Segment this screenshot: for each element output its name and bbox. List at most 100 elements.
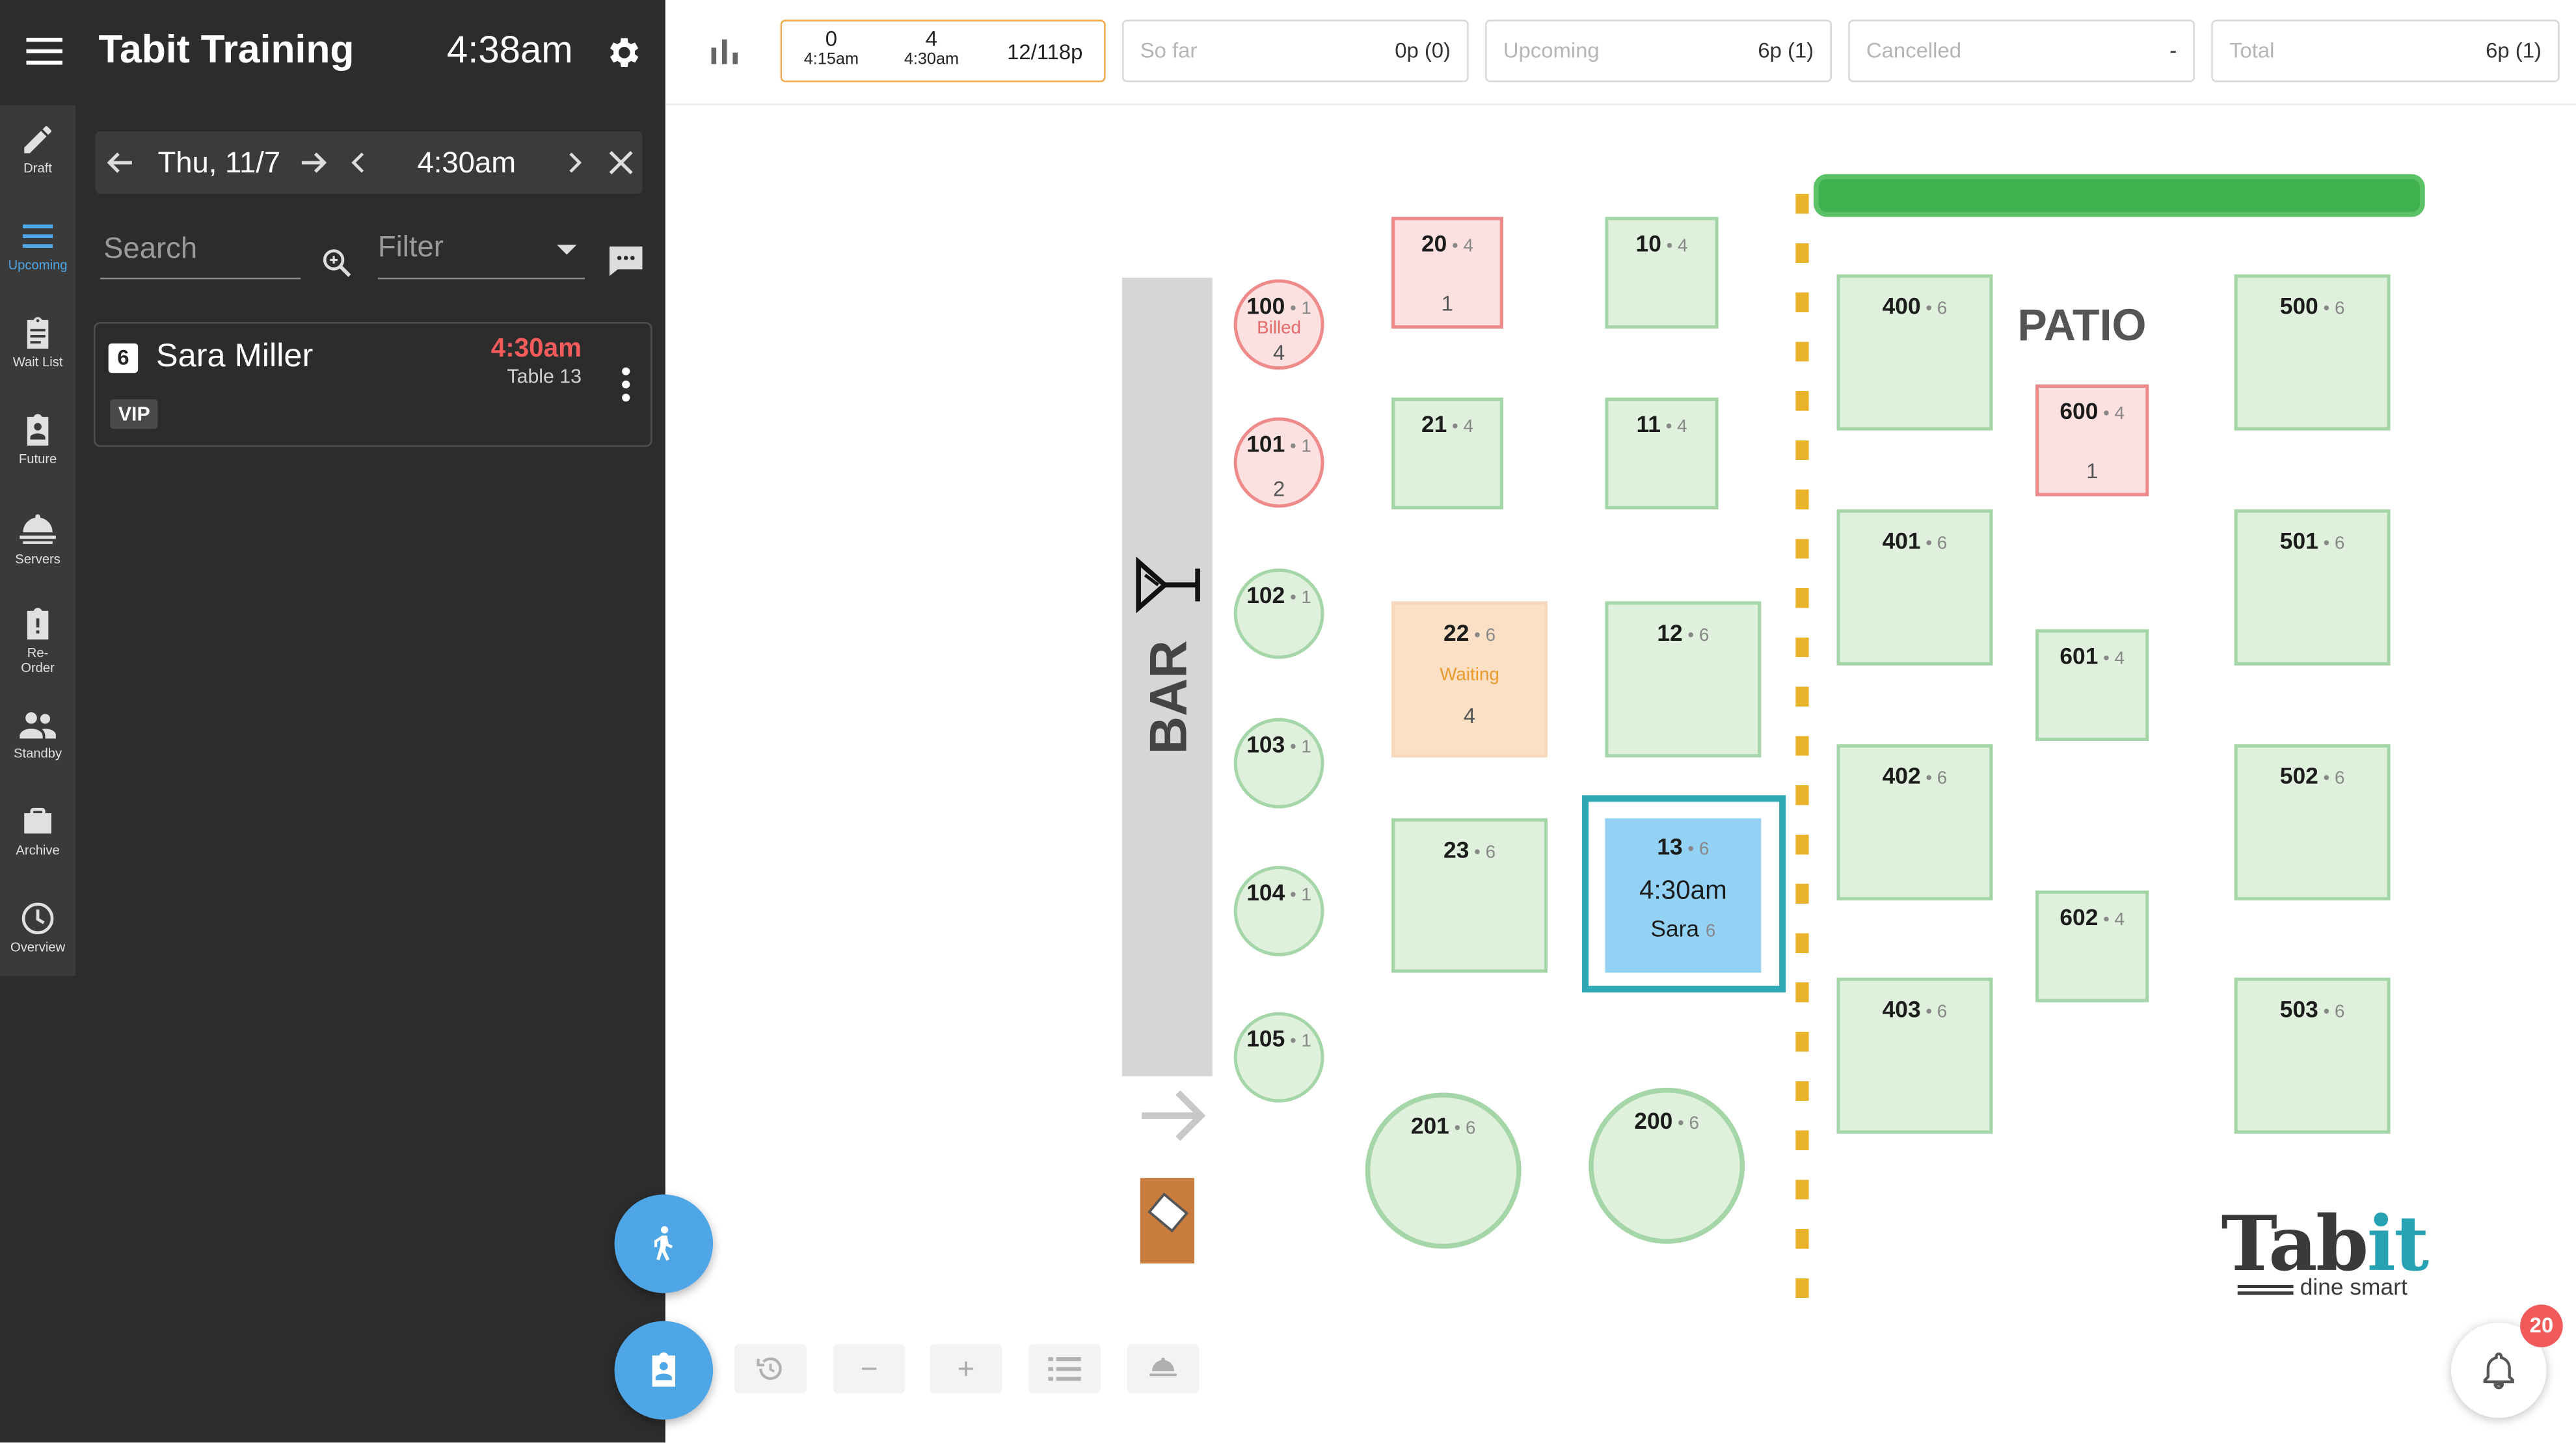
stat-label: Total (2229, 38, 2275, 62)
gear-icon[interactable] (604, 33, 644, 81)
nav-reorder[interactable]: Re- Order (0, 597, 75, 692)
table-capacity: 6 (1937, 1002, 1948, 1022)
hamburger-menu-icon[interactable] (26, 36, 62, 74)
table-503[interactable]: 503 • 6 (2234, 977, 2391, 1134)
search-input[interactable] (100, 230, 301, 268)
new-reservation-button[interactable] (614, 1321, 714, 1420)
zoom-out-button[interactable]: − (833, 1343, 906, 1394)
time-label[interactable]: 4:30am (417, 146, 516, 181)
table-400[interactable]: 400 • 6 (1836, 274, 1993, 431)
table-103[interactable]: 103 • 1 (1233, 718, 1324, 809)
table-601[interactable]: 601 • 4 (2035, 629, 2149, 742)
header-divider (665, 103, 2576, 105)
chevron-down-icon (557, 245, 577, 255)
upcoming-stat: Upcoming 6p (1) (1485, 20, 1832, 83)
date-label[interactable]: Thu, 11/7 (157, 146, 280, 181)
table-number: 601 (2059, 642, 2099, 669)
table-100[interactable]: 100 • 1 Billed 4 (1233, 279, 1324, 370)
table-number: 13 (1657, 833, 1683, 859)
nav-future[interactable]: Future (0, 403, 75, 498)
table-21[interactable]: 21 • 4 (1391, 398, 1503, 509)
next-day-arrow-icon[interactable] (296, 144, 332, 189)
filter-label: Filter (377, 230, 444, 263)
stats-chart-icon[interactable] (710, 36, 739, 74)
table-guest-count: 6 (1705, 921, 1716, 942)
nav-label: Servers (15, 552, 60, 567)
undo-button[interactable] (734, 1343, 807, 1394)
table-102[interactable]: 102 • 1 (1233, 568, 1324, 659)
reservation-time: 4:30am (490, 335, 582, 364)
prev-time-chevron-icon[interactable] (342, 144, 375, 189)
stat-value: 6p (1) (1758, 38, 1814, 62)
filter-dropdown[interactable]: Filter (377, 230, 585, 280)
table-capacity: 6 (1937, 533, 1948, 554)
table-105[interactable]: 105 • 1 (1233, 1012, 1324, 1103)
patio-label: PATIO (2017, 301, 2147, 350)
list-view-button[interactable] (1028, 1343, 1101, 1394)
briefcase-icon (24, 807, 51, 834)
search-field (100, 230, 301, 280)
clipboard-icon (27, 317, 49, 349)
table-capacity: 1 (1301, 737, 1311, 758)
bell-icon (2483, 1352, 2514, 1390)
table-number: 201 (1410, 1112, 1449, 1139)
table-502[interactable]: 502 • 6 (2234, 744, 2391, 900)
bar-label: BAR (1138, 640, 1198, 755)
calendar-person-icon (27, 414, 49, 446)
search-icon[interactable] (319, 245, 355, 289)
table-capacity: 6 (2334, 533, 2345, 554)
prev-day-arrow-icon[interactable] (102, 144, 139, 189)
table-401[interactable]: 401 • 6 (1836, 509, 1993, 666)
nav-archive[interactable]: Archive (0, 794, 75, 889)
zoom-in-button[interactable]: + (930, 1343, 1002, 1394)
capacity-value: 12/118p (1007, 39, 1083, 64)
table-600[interactable]: 600 • 4 1 (2035, 384, 2149, 496)
table-number: 600 (2059, 398, 2099, 424)
close-icon[interactable] (603, 144, 639, 189)
table-500[interactable]: 500 • 6 (2234, 274, 2391, 431)
table-number: 23 (1443, 836, 1469, 863)
table-number: 12 (1657, 619, 1683, 646)
stat-value: - (2169, 38, 2177, 62)
table-23[interactable]: 23 • 6 (1391, 818, 1548, 973)
reservation-card[interactable]: 6 Sara Miller 4:30am Table 13 VIP (93, 321, 652, 447)
table-10[interactable]: 10 • 4 (1605, 217, 1719, 329)
table-402[interactable]: 402 • 6 (1836, 744, 1993, 900)
nav-upcoming[interactable]: Upcoming (0, 209, 75, 304)
table-number: 501 (2279, 527, 2318, 554)
nav-label: Upcoming (8, 258, 68, 273)
table-13[interactable]: 13 • 6 4:30am Sara 6 (1605, 818, 1762, 973)
table-104[interactable]: 104 • 1 (1233, 865, 1324, 956)
table-501[interactable]: 501 • 6 (2234, 509, 2391, 666)
nav-overview[interactable]: Overview (0, 891, 75, 986)
nav-draft[interactable]: Draft (0, 112, 75, 207)
table-201[interactable]: 201 • 6 (1365, 1092, 1522, 1249)
next-time-chevron-icon[interactable] (559, 144, 592, 189)
cancelled-stat: Cancelled - (1848, 20, 2195, 83)
table-403[interactable]: 403 • 6 (1836, 977, 1993, 1134)
slot-time: 4:15am (803, 51, 859, 70)
nav-wait-list[interactable]: Wait List (0, 306, 75, 401)
table-22[interactable]: 22 • 6 Waiting 4 (1391, 601, 1548, 758)
nav-servers[interactable]: Servers (0, 500, 75, 595)
nav-standby[interactable]: Standby (0, 697, 75, 792)
table-101[interactable]: 101 • 1 2 (1233, 417, 1324, 508)
walk-in-button[interactable] (614, 1194, 714, 1293)
table-status: Waiting (1440, 665, 1499, 686)
table-200[interactable]: 200 • 6 (1589, 1087, 1745, 1244)
nav-label: Wait List (12, 355, 63, 370)
table-12[interactable]: 12 • 6 (1605, 601, 1762, 758)
table-20[interactable]: 20 • 4 1 (1391, 217, 1503, 329)
table-11[interactable]: 11 • 4 (1605, 398, 1719, 509)
time-slots-summary[interactable]: 0 4:15am 4 4:30am 12/118p (780, 20, 1106, 83)
more-options-icon[interactable] (621, 366, 631, 411)
table-number: 502 (2279, 762, 2318, 789)
servers-view-button[interactable] (1127, 1343, 1200, 1394)
table-capacity: 4 (1678, 236, 1688, 256)
table-602[interactable]: 602 • 4 (2035, 890, 2149, 1003)
stat-label: Upcoming (1503, 38, 1600, 62)
chat-icon[interactable] (606, 243, 646, 288)
table-capacity: 6 (1698, 839, 1710, 859)
table-guest-count: 4 (1272, 340, 1285, 365)
nav-label: Re- (27, 645, 49, 661)
